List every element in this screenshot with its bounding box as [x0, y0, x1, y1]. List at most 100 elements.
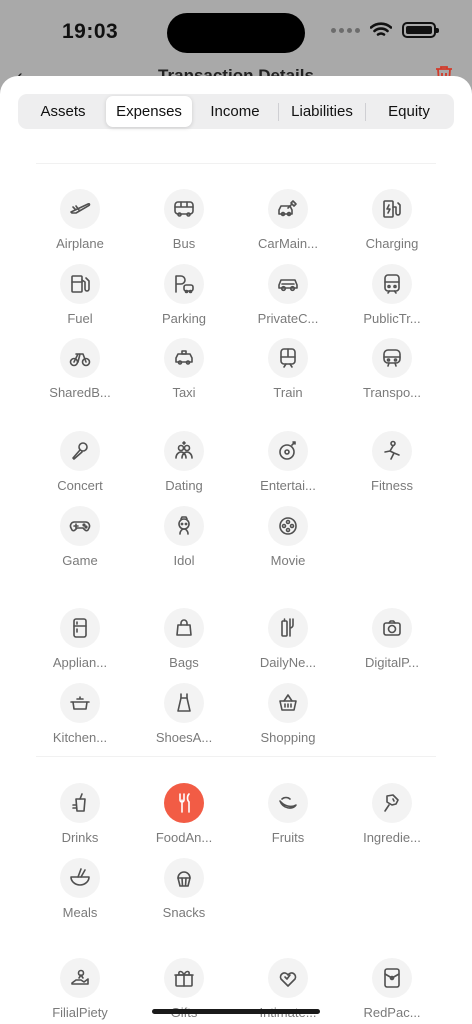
category-label: Dating: [165, 478, 203, 493]
category-dress[interactable]: ShoesA...: [132, 682, 236, 758]
category-film-reel[interactable]: Movie: [236, 505, 340, 581]
dating-icon: [164, 431, 204, 471]
category-label: Snacks: [162, 904, 206, 920]
entertainment-icon: [268, 431, 308, 471]
status-icons: [331, 22, 439, 38]
pot-icon: [60, 682, 100, 723]
category-daily-needs[interactable]: DailyNe...: [236, 608, 340, 683]
cellular-signal-icon: [331, 27, 360, 33]
category-label: Drinks: [61, 830, 99, 845]
category-label: Entertai...: [260, 478, 316, 493]
category-entertainment[interactable]: Entertai...: [236, 431, 340, 506]
charging-icon: [372, 189, 412, 229]
group-divider: [36, 756, 436, 757]
category-label: PrivateC...: [257, 310, 319, 326]
car-maintenance-icon: [268, 189, 308, 229]
category-fork-knife[interactable]: FoodAn...: [132, 783, 236, 858]
fork-knife-icon: [164, 783, 204, 823]
category-gamepad[interactable]: Game: [28, 505, 132, 581]
category-cupcake[interactable]: Snacks: [132, 857, 236, 933]
shared-bike-icon: [60, 338, 100, 378]
category-train[interactable]: Train: [236, 338, 340, 413]
category-pot[interactable]: Kitchen...: [28, 682, 132, 758]
camera-icon: [372, 608, 412, 648]
filial-piety-icon: [60, 958, 100, 998]
category-label: Movie: [270, 552, 306, 568]
category-car-maintenance[interactable]: CarMain...: [236, 189, 340, 264]
dress-icon: [164, 682, 204, 723]
home-indicator: [152, 1009, 320, 1014]
category-label: Concert: [57, 478, 103, 493]
category-dating[interactable]: Dating: [132, 431, 236, 506]
category-filial-piety[interactable]: FilialPiety: [28, 958, 132, 1024]
category-red-packet[interactable]: RedPac...: [340, 958, 444, 1024]
category-label: DigitalP...: [365, 655, 419, 670]
category-bowl[interactable]: Meals: [28, 857, 132, 933]
parking-icon: [164, 263, 204, 304]
category-label: Charging: [365, 236, 419, 251]
food-group: Drinks FoodAn... Fruits Ingredie... Meals Sna…: [28, 783, 444, 932]
social-group: FilialPiety GiftsIntimate... RedPac...: [28, 958, 444, 1024]
film-reel-icon: [268, 505, 308, 546]
category-label: Kitchen...: [52, 729, 108, 745]
category-airplane[interactable]: Airplane: [28, 189, 132, 264]
category-taxi[interactable]: Taxi: [132, 338, 236, 413]
ingredients-icon: [372, 783, 412, 823]
tab-equity[interactable]: Equity: [366, 96, 452, 127]
tab-expenses[interactable]: Expenses: [106, 96, 192, 127]
category-shared-bike[interactable]: SharedB...: [28, 338, 132, 413]
category-camera[interactable]: DigitalP...: [340, 608, 444, 683]
category-hearts[interactable]: Intimate...: [236, 958, 340, 1024]
category-banana[interactable]: Fruits: [236, 783, 340, 858]
category-bus[interactable]: Bus: [132, 189, 236, 264]
category-label: Bags: [169, 655, 199, 670]
basket-icon: [268, 682, 308, 723]
entertainment-group: Concert Dating Entertai... Fitness Game Idol M…: [28, 431, 444, 580]
category-fridge[interactable]: Applian...: [28, 608, 132, 683]
category-label: FoodAn...: [155, 830, 213, 845]
dynamic-island: [167, 13, 305, 53]
category-drinks[interactable]: Drinks: [28, 783, 132, 858]
category-label: Train: [273, 385, 303, 400]
category-label: FilialPiety: [52, 1005, 108, 1020]
category-sheet: Assets Expenses Income Liabilities Equit…: [0, 76, 472, 1024]
category-ingredients[interactable]: Ingredie...: [340, 783, 444, 858]
category-private-car[interactable]: PrivateC...: [236, 263, 340, 339]
category-label: Airplane: [56, 236, 104, 251]
category-label: Transpo...: [362, 385, 422, 400]
transport-group: Airplane Bus CarMain... Charging Fuel Parking…: [28, 189, 444, 413]
account-type-segmented-control: Assets Expenses Income Liabilities Equit…: [18, 94, 454, 129]
category-charging[interactable]: Charging: [340, 189, 444, 264]
category-bag[interactable]: Bags: [132, 608, 236, 683]
status-time: 19:03: [62, 20, 119, 43]
tab-liabilities[interactable]: Liabilities: [279, 96, 365, 127]
drinks-icon: [60, 783, 100, 823]
category-label: Ingredie...: [363, 830, 421, 845]
category-parking[interactable]: Parking: [132, 263, 236, 339]
bowl-icon: [60, 857, 100, 898]
category-label: Parking: [161, 310, 207, 326]
bus-icon: [164, 189, 204, 229]
category-public-transit[interactable]: PublicTr...: [340, 263, 444, 339]
category-fitness[interactable]: Fitness: [340, 431, 444, 506]
banana-icon: [268, 783, 308, 823]
tab-income[interactable]: Income: [192, 96, 278, 127]
tab-assets[interactable]: Assets: [20, 96, 106, 127]
transport-icon: [372, 338, 412, 378]
taxi-icon: [164, 338, 204, 378]
bag-icon: [164, 608, 204, 648]
microphone-icon: [60, 431, 100, 471]
fridge-icon: [60, 608, 100, 648]
category-label: Taxi: [172, 385, 196, 400]
red-packet-icon: [372, 958, 412, 998]
category-transport[interactable]: Transpo...: [340, 338, 444, 413]
hearts-icon: [268, 958, 308, 998]
category-fuel[interactable]: Fuel: [28, 263, 132, 339]
category-gift[interactable]: Gifts: [132, 958, 236, 1024]
category-idol[interactable]: Idol: [132, 505, 236, 581]
category-microphone[interactable]: Concert: [28, 431, 132, 506]
category-basket[interactable]: Shopping: [236, 682, 340, 758]
category-label: Shopping: [260, 729, 316, 745]
category-label: Game: [62, 552, 98, 568]
daily-needs-icon: [268, 608, 308, 648]
